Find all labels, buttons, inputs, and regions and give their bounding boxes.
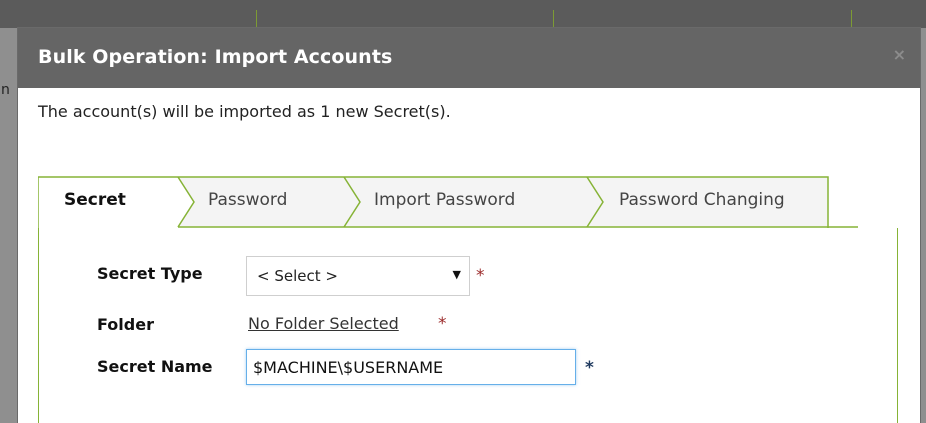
tab-password[interactable]: Password xyxy=(208,190,287,210)
secret-type-label: Secret Type xyxy=(97,264,203,283)
background-overlay-right xyxy=(920,28,926,423)
close-icon[interactable]: × xyxy=(893,45,906,64)
import-accounts-dialog: Bulk Operation: Import Accounts × The ac… xyxy=(18,28,920,423)
dialog-description: The account(s) will be imported as 1 new… xyxy=(38,102,451,121)
secret-type-select[interactable]: < Select > ▼ xyxy=(246,256,470,296)
required-marker: * xyxy=(585,358,594,378)
background-divider xyxy=(553,10,554,28)
background-divider xyxy=(256,10,257,28)
secret-name-input[interactable] xyxy=(246,349,576,385)
dialog-title: Bulk Operation: Import Accounts xyxy=(38,46,393,68)
background-app-header xyxy=(0,0,926,28)
tab-import-password[interactable]: Import Password xyxy=(374,190,515,210)
required-marker: * xyxy=(476,266,485,286)
chevron-down-icon: ▼ xyxy=(452,268,461,281)
secret-type-value: < Select > xyxy=(257,267,338,285)
dialog-header: Bulk Operation: Import Accounts × xyxy=(18,28,920,88)
required-marker: * xyxy=(438,314,447,334)
secret-name-label: Secret Name xyxy=(97,357,213,376)
folder-label: Folder xyxy=(97,315,154,334)
tab-password-changing[interactable]: Password Changing xyxy=(619,190,785,210)
tab-secret[interactable]: Secret xyxy=(64,190,126,210)
background-partial-text: n xyxy=(1,82,10,98)
background-divider xyxy=(851,10,852,28)
tab-bar: Secret Password Import Password Password… xyxy=(38,176,858,228)
folder-select-link[interactable]: No Folder Selected xyxy=(248,314,399,333)
